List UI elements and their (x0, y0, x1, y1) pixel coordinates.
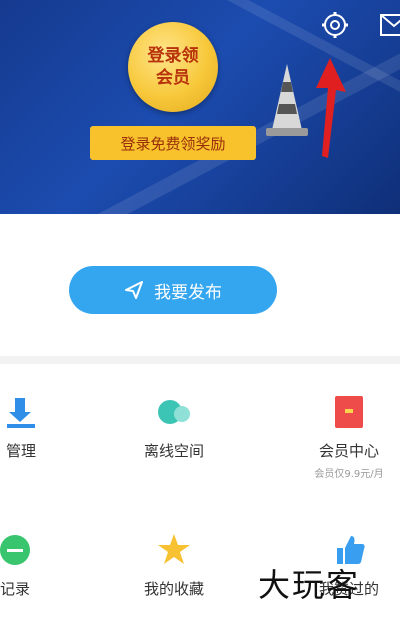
grid-item-label: 会员中心 (318, 442, 379, 460)
member-badge[interactable]: 登录领 会员 (128, 22, 218, 112)
grid-item-favorites[interactable]: 我的收藏 (107, 532, 241, 599)
red-pointer-arrow (316, 58, 346, 158)
grid-item-member-center[interactable]: 会员中心 会员仅9.9元/月 (282, 394, 400, 480)
record-icon (0, 535, 30, 565)
publish-section: 我要发布 (0, 214, 400, 356)
grid-item-label: 我的收藏 (143, 580, 204, 598)
grid-item-sub: 会员仅9.9元/月 (314, 469, 384, 480)
watermark: 大玩客 (258, 566, 361, 604)
grid-item-label: 管理 (5, 442, 36, 460)
claim-reward-button[interactable]: 登录免费领奖励 (90, 126, 256, 160)
grid-item-manage[interactable]: 管理 (0, 394, 88, 461)
badge-line-1: 登录领 (147, 46, 199, 66)
badge-line-2: 会员 (156, 68, 190, 88)
paper-plane-icon (125, 281, 143, 299)
publish-label: 我要发布 (154, 282, 222, 303)
grid-item-label: 离线空间 (143, 442, 204, 460)
mail-icon[interactable] (380, 14, 400, 36)
grid-item-offline-space[interactable]: 离线空间 (107, 394, 241, 461)
grid-item-label: 记录 (0, 580, 30, 598)
settings-icon[interactable] (320, 10, 350, 40)
red-envelope-icon (335, 396, 363, 428)
publish-button[interactable]: 我要发布 (69, 266, 277, 314)
member-banner[interactable]: 登录领 会员 登录免费领奖励 (0, 0, 400, 214)
star-icon (158, 534, 190, 564)
cloud-icon (158, 400, 190, 424)
download-icon (7, 398, 35, 428)
grid-item-record[interactable]: 记录 (0, 532, 82, 599)
